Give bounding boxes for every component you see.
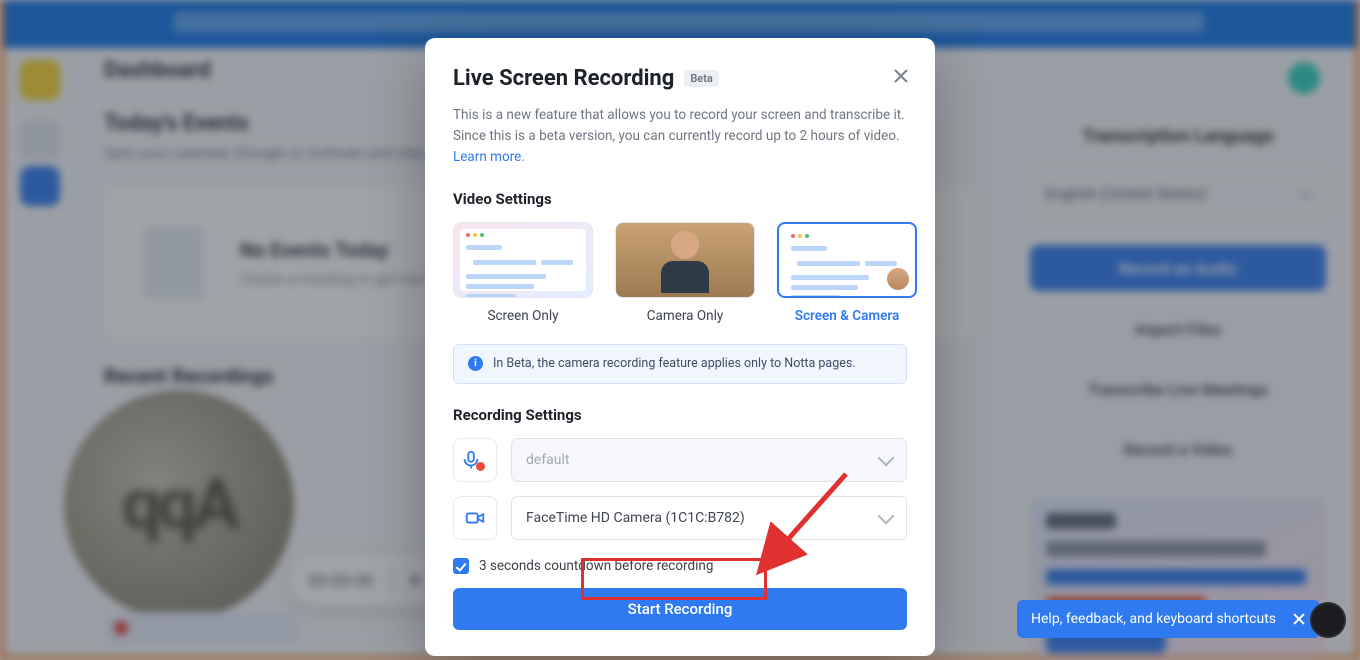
- start-recording-button[interactable]: Start Recording: [453, 588, 907, 630]
- beta-info-banner: i In Beta, the camera recording feature …: [453, 344, 907, 384]
- help-feedback-pill[interactable]: Help, feedback, and keyboard shortcuts: [1017, 600, 1320, 638]
- countdown-label: 3 seconds countdown before recording: [479, 558, 713, 574]
- option-label: Screen & Camera: [777, 308, 917, 324]
- microphone-select[interactable]: default: [511, 438, 907, 482]
- close-button[interactable]: [889, 64, 913, 88]
- modal-description: This is a new feature that allows you to…: [453, 105, 907, 168]
- help-launcher-button[interactable]: [1310, 602, 1346, 638]
- recording-settings-heading: Recording Settings: [453, 406, 907, 424]
- chevron-down-icon: [878, 507, 895, 524]
- camera-select[interactable]: FaceTime HD Camera (1C1C:B782): [511, 496, 907, 540]
- modal-title: Live Screen Recording: [453, 66, 674, 91]
- live-screen-recording-modal: Live Screen Recording Beta This is a new…: [425, 38, 935, 656]
- close-icon[interactable]: [1292, 612, 1306, 626]
- option-screen-and-camera[interactable]: Screen & Camera: [777, 222, 917, 324]
- option-camera-only[interactable]: Camera Only: [615, 222, 755, 324]
- option-label: Screen Only: [453, 308, 593, 324]
- person-icon: [657, 231, 713, 297]
- camera-value: FaceTime HD Camera (1C1C:B782): [526, 510, 745, 526]
- window-dots-icon: [466, 233, 484, 237]
- help-feedback-text: Help, feedback, and keyboard shortcuts: [1031, 611, 1276, 627]
- microphone-value: default: [526, 452, 570, 468]
- info-icon: i: [468, 356, 483, 371]
- microphone-icon: [453, 438, 497, 482]
- countdown-checkbox[interactable]: [453, 558, 469, 574]
- video-settings-heading: Video Settings: [453, 190, 907, 208]
- beta-info-text: In Beta, the camera recording feature ap…: [493, 356, 856, 371]
- window-dots-icon: [791, 234, 809, 238]
- chevron-down-icon: [878, 449, 895, 466]
- camera-icon: [453, 496, 497, 540]
- video-settings-options: Screen Only Camera Only Screen & Camera: [453, 222, 907, 324]
- learn-more-link[interactable]: Learn more: [453, 149, 521, 165]
- beta-badge: Beta: [684, 70, 719, 87]
- option-label: Camera Only: [615, 308, 755, 324]
- camera-bubble-icon: [885, 266, 911, 292]
- option-screen-only[interactable]: Screen Only: [453, 222, 593, 324]
